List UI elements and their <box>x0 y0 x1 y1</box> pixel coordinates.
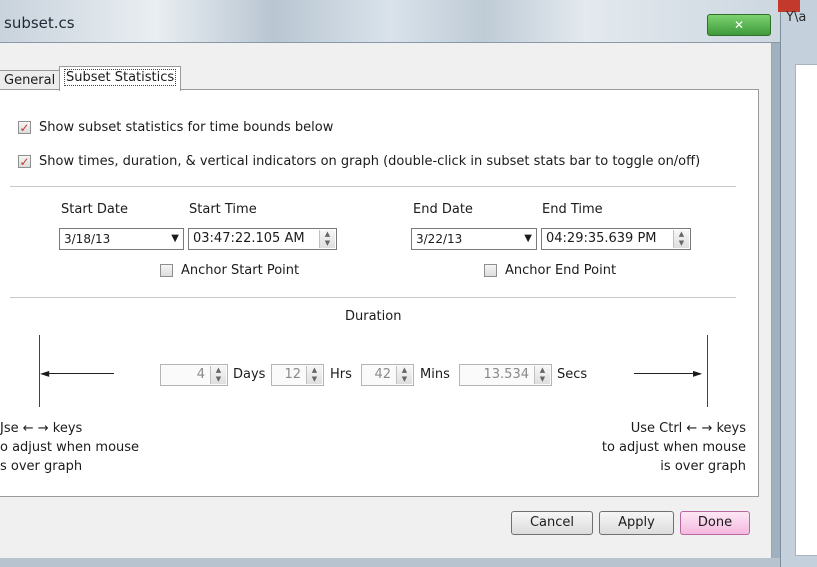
show-stats-label: Show subset statistics for time bounds b… <box>39 120 334 135</box>
separator <box>10 186 736 187</box>
anchor-start-checkbox[interactable]: ✓ <box>160 264 173 277</box>
end-indicator-line <box>707 335 708 407</box>
done-button[interactable]: Done <box>680 511 750 535</box>
secs-value: 13.534 <box>483 367 530 382</box>
start-time-value: 03:47:22.105 AM <box>193 231 305 246</box>
right-hint-line: Use Ctrl ← → keys <box>630 421 746 436</box>
mins-label: Mins <box>420 367 450 382</box>
end-date-dropdown[interactable]: 3/22/13 ▼ <box>411 228 537 250</box>
separator <box>10 297 736 298</box>
spin-arrows-icon: ▲ ▼ <box>534 366 550 384</box>
title-bar <box>0 0 780 43</box>
window-title: subset.cs <box>4 14 75 32</box>
hrs-label: Hrs <box>330 367 352 382</box>
anchor-end-label: Anchor End Point <box>505 263 617 278</box>
days-label: Days <box>233 367 266 382</box>
cancel-button[interactable]: Cancel <box>511 511 593 535</box>
end-time-value: 04:29:35.639 PM <box>546 231 657 246</box>
end-time-label: End Time <box>542 202 603 217</box>
apply-button[interactable]: Apply <box>599 511 674 535</box>
spin-arrows-icon: ▲ ▼ <box>396 366 412 384</box>
right-arrow-icon: ► <box>693 366 703 380</box>
close-button[interactable]: ✕ <box>707 14 771 36</box>
tab-subset-statistics[interactable]: Subset Statistics <box>59 66 182 91</box>
start-date-value: 3/18/13 <box>64 232 111 246</box>
show-indicators-label: Show times, duration, & vertical indicat… <box>39 154 701 169</box>
tab-general[interactable]: General <box>0 70 61 91</box>
background-window-title: Y\a <box>786 10 807 25</box>
background-window-panel <box>795 64 817 556</box>
start-indicator-arrow <box>44 373 114 374</box>
start-date-label: Start Date <box>61 202 128 217</box>
right-hint-line: to adjust when mouse <box>601 440 746 455</box>
days-value: 4 <box>196 367 205 382</box>
start-time-label: Start Time <box>189 202 257 217</box>
left-hint-line: s over graph <box>0 459 83 474</box>
left-hint-line: Jse ← → keys <box>0 421 83 436</box>
show-stats-checkbox[interactable]: ✓ <box>18 121 31 134</box>
secs-label: Secs <box>557 367 588 382</box>
spin-arrows-icon[interactable]: ▲ ▼ <box>673 230 689 248</box>
right-hint-line: is over graph <box>660 459 746 474</box>
chevron-down-icon: ▼ <box>524 233 532 244</box>
end-date-value: 3/22/13 <box>416 232 463 246</box>
hrs-value: 12 <box>284 367 301 382</box>
days-spinner: 4 ▲ ▼ <box>160 364 228 386</box>
start-time-spinner[interactable]: 03:47:22.105 AM ▲ ▼ <box>188 228 337 250</box>
mins-spinner: 42 ▲ ▼ <box>361 364 414 386</box>
spin-arrows-icon: ▲ ▼ <box>306 366 322 384</box>
spin-arrows-icon: ▲ ▼ <box>210 366 226 384</box>
end-date-label: End Date <box>413 202 473 217</box>
chevron-down-icon: ▼ <box>171 233 179 244</box>
show-indicators-checkbox[interactable]: ✓ <box>18 155 31 168</box>
left-hint-line: o adjust when mouse <box>0 440 140 455</box>
anchor-end-checkbox[interactable]: ✓ <box>484 264 497 277</box>
start-date-dropdown[interactable]: 3/18/13 ▼ <box>59 228 184 250</box>
left-arrow-icon: ◄ <box>40 366 50 380</box>
secs-spinner: 13.534 ▲ ▼ <box>459 364 552 386</box>
hrs-spinner: 12 ▲ ▼ <box>271 364 324 386</box>
right-hint: Use Ctrl ← → keys to adjust when mouse i… <box>602 419 746 476</box>
mins-value: 42 <box>374 367 391 382</box>
duration-label: Duration <box>345 309 402 324</box>
anchor-start-label: Anchor Start Point <box>181 263 300 278</box>
spin-arrows-icon[interactable]: ▲ ▼ <box>319 230 335 248</box>
end-time-spinner[interactable]: 04:29:35.639 PM ▲ ▼ <box>541 228 691 250</box>
window-bottom-edge <box>0 558 780 567</box>
end-indicator-arrow <box>634 373 700 374</box>
tab-subset-statistics-label: Subset Statistics <box>64 69 177 86</box>
left-hint: Jse ← → keys o adjust when mouse s over … <box>0 419 139 476</box>
